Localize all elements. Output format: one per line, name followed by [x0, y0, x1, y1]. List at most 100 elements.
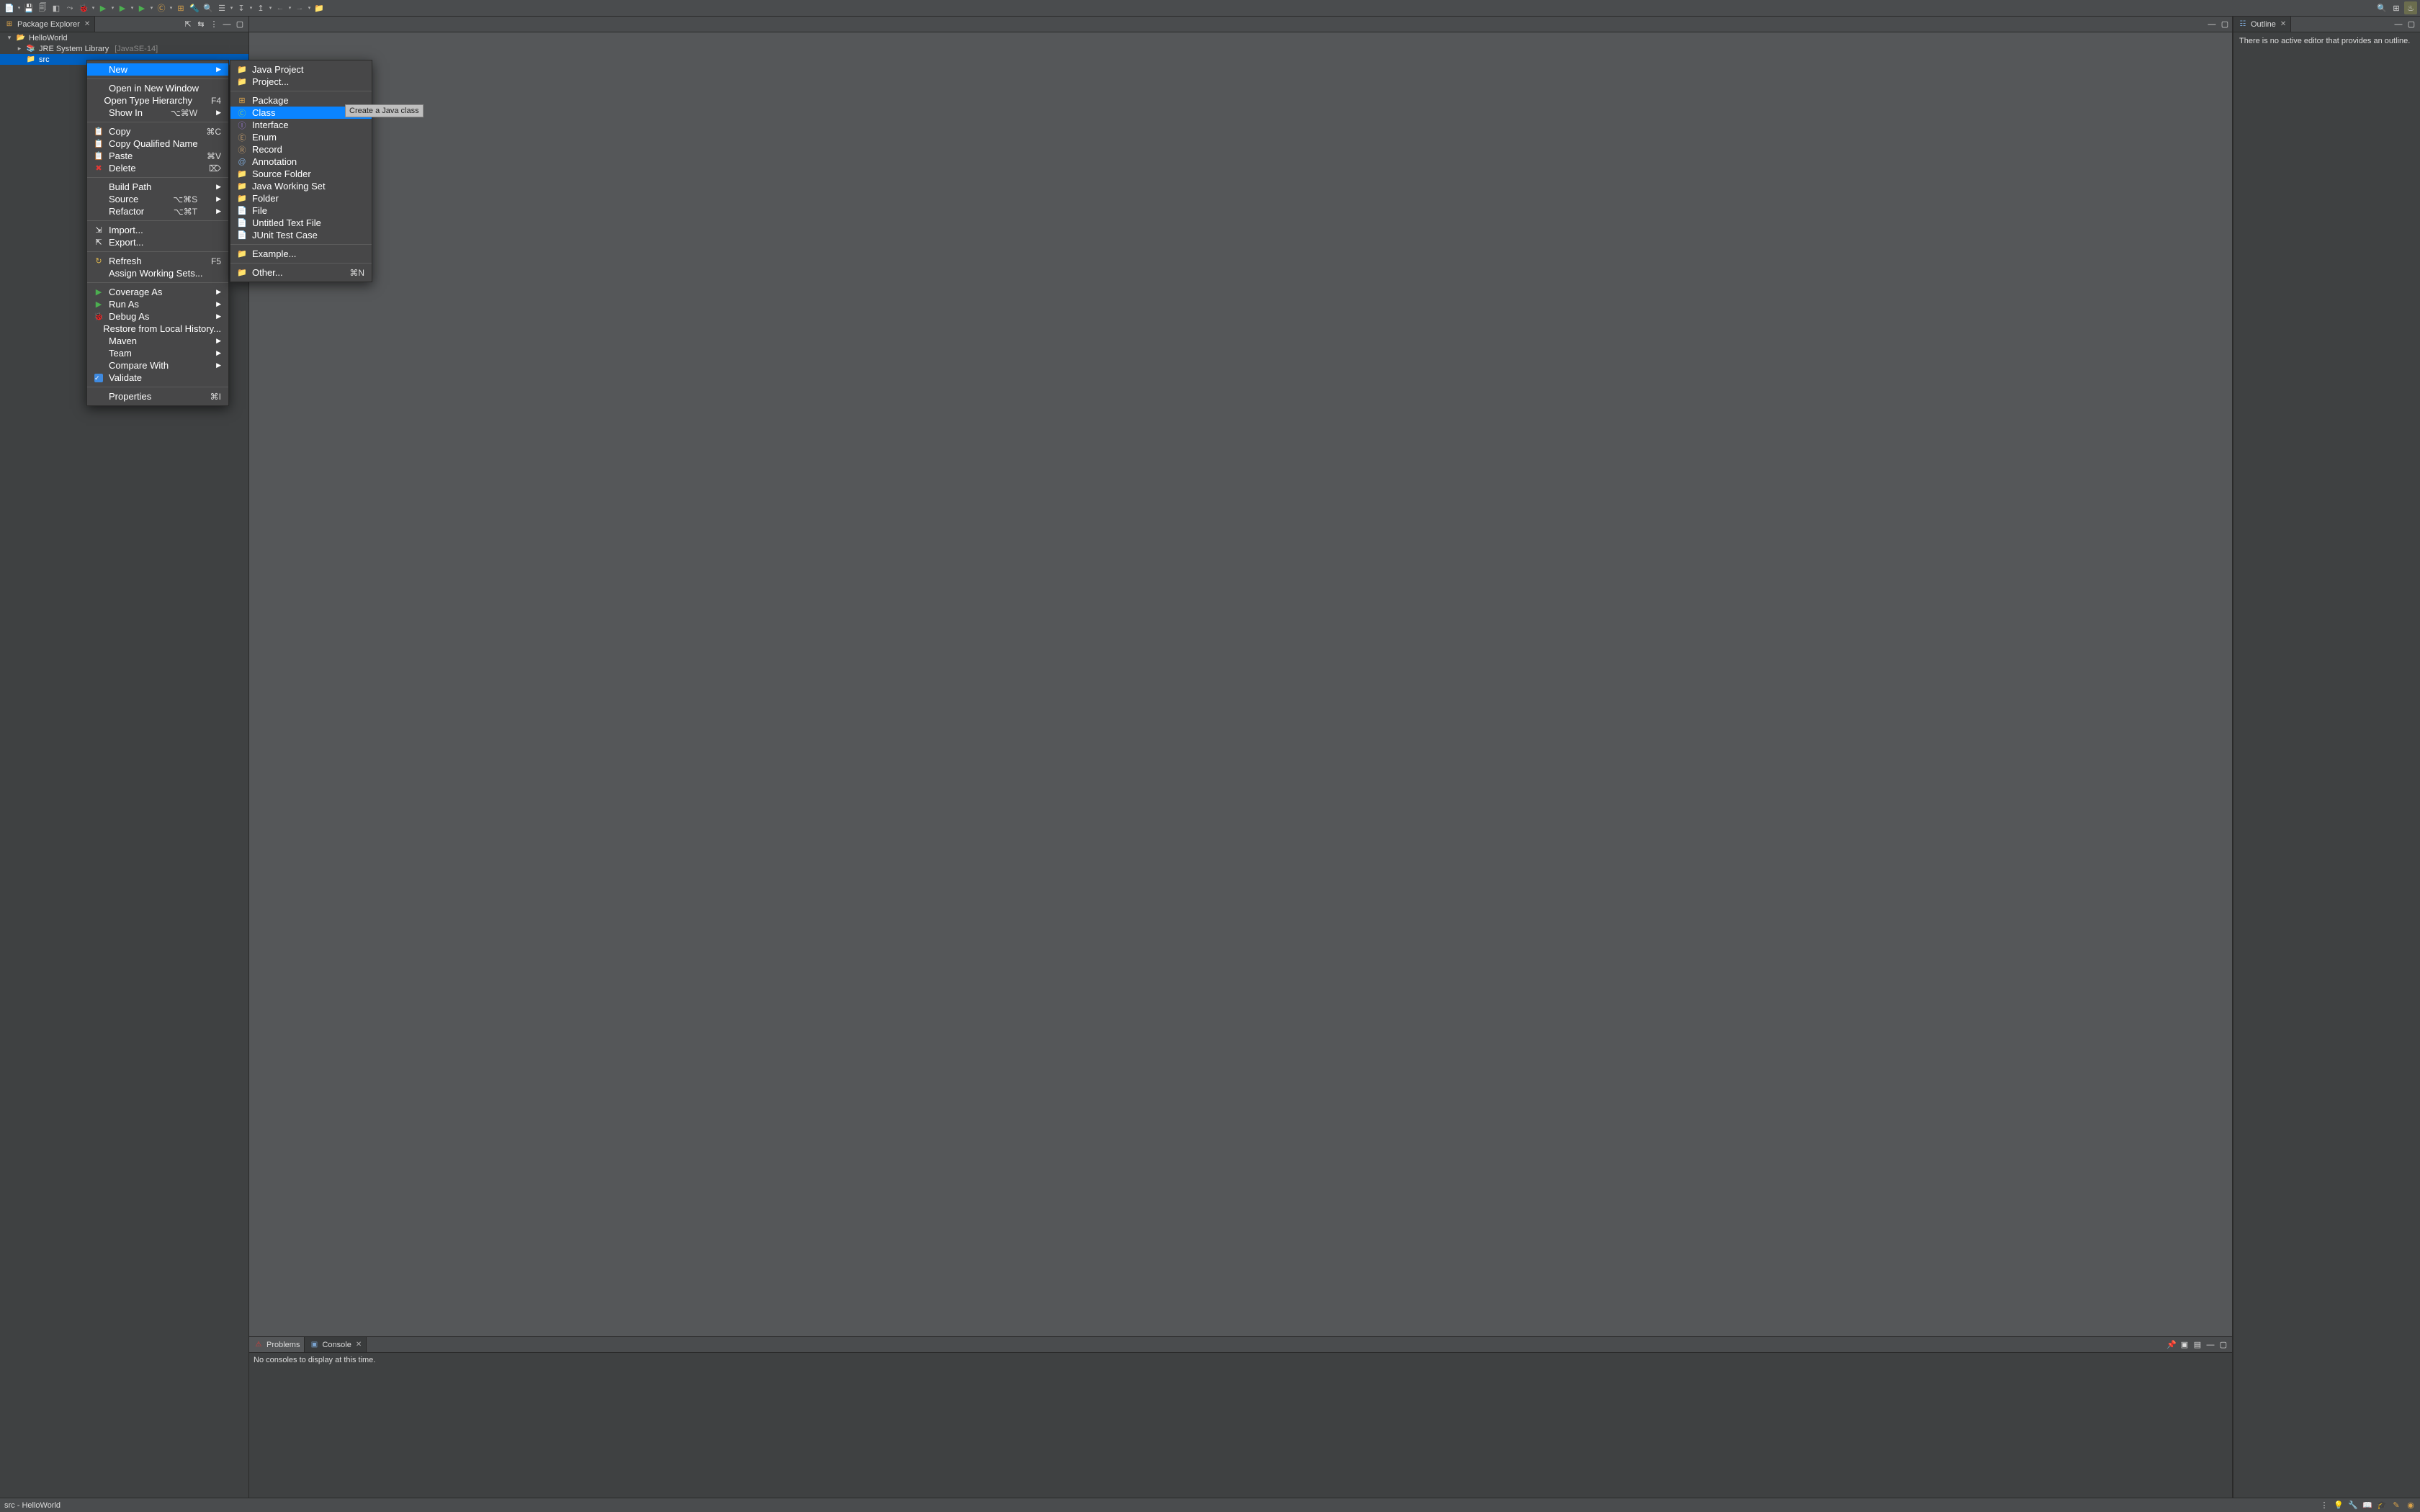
- ctx-build-path[interactable]: Build Path▶: [87, 181, 228, 193]
- ctx-paste[interactable]: 📋Paste⌘V: [87, 150, 228, 162]
- java-perspective-button[interactable]: ♨: [2404, 1, 2417, 14]
- prev-annotation-dropdown[interactable]: ▾: [268, 1, 273, 14]
- new-wizard-button[interactable]: 📄: [3, 1, 16, 14]
- new-java-working-set[interactable]: 📁Java Working Set: [230, 180, 372, 192]
- package-explorer-view-menu-button[interactable]: ⋮: [208, 19, 220, 30]
- tab-problems[interactable]: ⚠Problems: [249, 1337, 305, 1352]
- ctx-copy-qualified-name[interactable]: 📋Copy Qualified Name: [87, 138, 228, 150]
- new-enum[interactable]: ⒺEnum: [230, 131, 372, 143]
- tree-project[interactable]: ▾ 📂 HelloWorld: [0, 32, 248, 43]
- new-project[interactable]: 📁Project...: [230, 76, 372, 88]
- close-icon[interactable]: ✕: [356, 1341, 362, 1349]
- new-folder[interactable]: 📁Folder: [230, 192, 372, 204]
- ctx-properties[interactable]: Properties⌘I: [87, 390, 228, 402]
- ctx-validate[interactable]: Validate: [87, 372, 228, 384]
- outline-minimize-button[interactable]: —: [2393, 19, 2404, 30]
- console-maximize-button[interactable]: ▢: [2218, 1339, 2229, 1351]
- new-record[interactable]: ⓇRecord: [230, 143, 372, 156]
- new-interface[interactable]: ⒾInterface: [230, 119, 372, 131]
- statusbar-tip-of-day-icon[interactable]: 💡: [2334, 1500, 2344, 1511]
- debug-button[interactable]: 🐞: [77, 1, 90, 14]
- toggle-mark-dropdown[interactable]: ▾: [229, 1, 234, 14]
- console-pin-console-button[interactable]: 📌: [2166, 1339, 2177, 1351]
- back-button[interactable]: ←: [274, 1, 287, 14]
- ctx-compare-with[interactable]: Compare With▶: [87, 359, 228, 372]
- new-source-folder[interactable]: 📁Source Folder: [230, 168, 372, 180]
- new-wizard-dropdown[interactable]: ▾: [17, 1, 22, 14]
- skip-breakpoints-button[interactable]: ⤳: [63, 1, 76, 14]
- new-example[interactable]: 📁Example...: [230, 248, 372, 260]
- save-all-button[interactable]: 🗐: [36, 1, 49, 14]
- console-display-console-button[interactable]: ▣: [2179, 1339, 2190, 1351]
- package-explorer-maximize-button[interactable]: ▢: [234, 19, 246, 30]
- open-type-button[interactable]: 🔦: [188, 1, 201, 14]
- twisty-right-icon[interactable]: ▸: [16, 45, 23, 53]
- ctx-delete[interactable]: ✖Delete⌦: [87, 162, 228, 174]
- new-file[interactable]: 📄File: [230, 204, 372, 217]
- close-icon[interactable]: ✕: [2280, 20, 2286, 28]
- quick-access-button[interactable]: 🔍: [2375, 1, 2388, 14]
- new-other[interactable]: 📁Other...⌘N: [230, 266, 372, 279]
- ctx-coverage-as[interactable]: ▶Coverage As▶: [87, 286, 228, 298]
- new-junit-test-case[interactable]: 📄JUnit Test Case: [230, 229, 372, 241]
- console-open-console-button[interactable]: ▤: [2192, 1339, 2203, 1351]
- run-dropdown[interactable]: ▾: [110, 1, 115, 14]
- new-java-class-dropdown[interactable]: ▾: [169, 1, 174, 14]
- ctx-open-in-new-window[interactable]: Open in New Window: [87, 82, 228, 94]
- ctx-source[interactable]: Source⌥⌘S▶: [87, 193, 228, 205]
- ctx-export[interactable]: ⇱Export...: [87, 236, 228, 248]
- statusbar-updates-icon[interactable]: ✎: [2391, 1500, 2401, 1511]
- search-button[interactable]: 🔍: [202, 1, 215, 14]
- prev-annotation-button[interactable]: ↥: [254, 1, 267, 14]
- run-last-button[interactable]: ▶: [135, 1, 148, 14]
- package-explorer-tab[interactable]: ⊞ Package Explorer ✕: [0, 17, 95, 32]
- package-explorer-minimize-button[interactable]: —: [221, 19, 233, 30]
- toggle-breadcrumb-button[interactable]: ◧: [50, 1, 63, 14]
- twisty-down-icon[interactable]: ▾: [6, 34, 13, 42]
- tab-console[interactable]: ▣Console✕: [305, 1337, 367, 1352]
- run-last-dropdown[interactable]: ▾: [149, 1, 154, 14]
- ctx-import[interactable]: ⇲Import...: [87, 224, 228, 236]
- ctx-team[interactable]: Team▶: [87, 347, 228, 359]
- ctx-open-type-hierarchy[interactable]: Open Type HierarchyF4: [87, 94, 228, 107]
- forward-button[interactable]: →: [293, 1, 306, 14]
- new-annotation[interactable]: @Annotation: [230, 156, 372, 168]
- ctx-restore-from-local-history[interactable]: Restore from Local History...: [87, 323, 228, 335]
- ctx-refresh[interactable]: ↻RefreshF5: [87, 255, 228, 267]
- ctx-copy[interactable]: 📋Copy⌘C: [87, 125, 228, 138]
- new-java-class-button[interactable]: Ⓒ: [155, 1, 168, 14]
- new-java-package-button[interactable]: ⊞: [174, 1, 187, 14]
- ctx-maven[interactable]: Maven▶: [87, 335, 228, 347]
- statusbar-samples-icon[interactable]: 🔧: [2348, 1500, 2358, 1511]
- run-button[interactable]: ▶: [97, 1, 109, 14]
- new-java-project[interactable]: 📁Java Project: [230, 63, 372, 76]
- package-explorer-collapse-all-button[interactable]: ⇱: [182, 19, 194, 30]
- save-button[interactable]: 💾: [22, 1, 35, 14]
- ctx-refactor[interactable]: Refactor⌥⌘T▶: [87, 205, 228, 217]
- coverage-dropdown[interactable]: ▾: [130, 1, 135, 14]
- ctx-run-as[interactable]: ▶Run As▶: [87, 298, 228, 310]
- editor-maximize-button[interactable]: ▢: [2219, 19, 2231, 30]
- ctx-new[interactable]: New▶: [87, 63, 228, 76]
- package-explorer-link-editor-button[interactable]: ⇆: [195, 19, 207, 30]
- outline-maximize-button[interactable]: ▢: [2406, 19, 2417, 30]
- statusbar-whats-new-icon[interactable]: 🎓: [2377, 1500, 2387, 1511]
- next-annotation-dropdown[interactable]: ▾: [248, 1, 254, 14]
- debug-dropdown[interactable]: ▾: [91, 1, 96, 14]
- coverage-button[interactable]: ▶: [116, 1, 129, 14]
- outline-tab[interactable]: ☷ Outline ✕: [2233, 17, 2291, 32]
- ctx-assign-working-sets[interactable]: Assign Working Sets...: [87, 267, 228, 279]
- back-dropdown[interactable]: ▾: [287, 1, 292, 14]
- tree-jre[interactable]: ▸ 📚 JRE System Library [JavaSE-14]: [0, 43, 248, 54]
- toggle-mark-button[interactable]: ☰: [215, 1, 228, 14]
- next-annotation-button[interactable]: ↧: [235, 1, 248, 14]
- editor-minimize-button[interactable]: —: [2206, 19, 2218, 30]
- statusbar-overview-icon[interactable]: ◉: [2406, 1500, 2416, 1511]
- ctx-show-in[interactable]: Show In⌥⌘W▶: [87, 107, 228, 119]
- forward-dropdown[interactable]: ▾: [307, 1, 312, 14]
- open-perspective-button[interactable]: ⊞: [2390, 1, 2403, 14]
- console-minimize-button[interactable]: —: [2205, 1339, 2216, 1351]
- close-icon[interactable]: ✕: [84, 20, 90, 28]
- ctx-debug-as[interactable]: 🐞Debug As▶: [87, 310, 228, 323]
- new-untitled-text-file[interactable]: 📄Untitled Text File: [230, 217, 372, 229]
